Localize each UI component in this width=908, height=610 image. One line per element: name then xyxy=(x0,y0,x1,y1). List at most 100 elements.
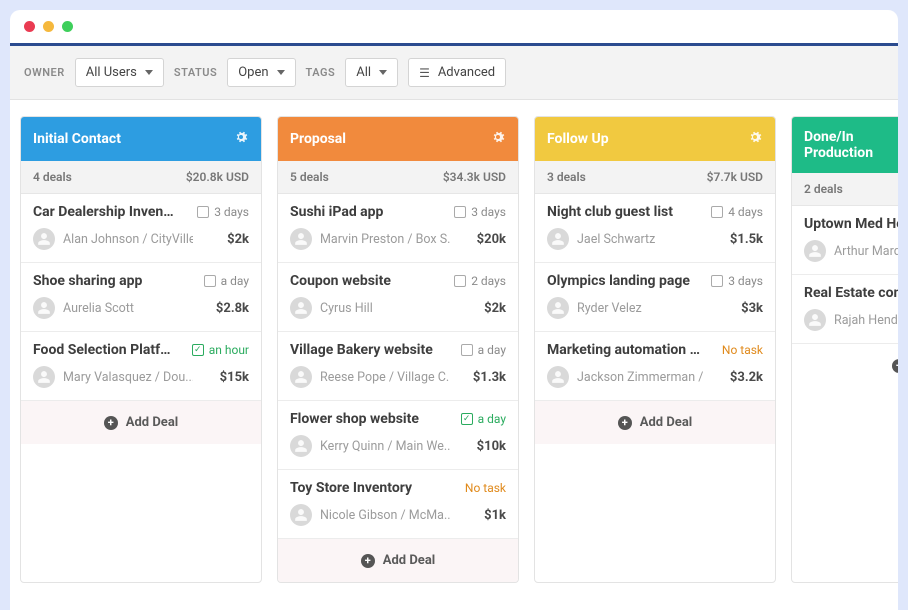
add-deal-label: Add Deal xyxy=(640,415,692,430)
app-content: OWNER All Users STATUS Open TAGS All ☰ A… xyxy=(10,46,898,599)
deal-owner-name: Mary Valasquez / Dou... xyxy=(63,370,193,385)
deal-owner: Ryder Velez xyxy=(547,297,642,319)
deal-card[interactable]: Flower shop website ✓ a day Kerry Quinn / M… xyxy=(278,401,518,470)
deal-card[interactable]: Real Estate compaRajah Hendricks xyxy=(792,275,898,344)
window-maximize-icon[interactable] xyxy=(62,21,73,32)
deal-card[interactable]: Food Selection Platform ✓an hour Mary Vala… xyxy=(21,332,261,401)
deal-title: Food Selection Platform xyxy=(33,342,178,358)
deal-task-status: 4 days xyxy=(711,205,763,219)
deal-value: $1.3k xyxy=(473,370,506,385)
deal-title: Olympics landing page xyxy=(547,273,690,289)
column-deal-count: 2 deals xyxy=(804,182,843,196)
avatar-icon xyxy=(33,366,55,388)
plus-circle-icon: + xyxy=(361,554,375,568)
checkbox-icon xyxy=(711,206,723,218)
status-filter-value: Open xyxy=(238,65,268,80)
column-deal-count: 5 deals xyxy=(290,170,329,184)
deal-task-label: an hour xyxy=(209,343,249,357)
deal-task-status: ✓an hour xyxy=(192,343,249,357)
deal-task-label: 3 days xyxy=(471,205,506,219)
deal-card[interactable]: Car Dealership Inventory3 daysAlan Johns… xyxy=(21,194,261,263)
filter-bar: OWNER All Users STATUS Open TAGS All ☰ A… xyxy=(10,46,898,100)
tags-filter-select[interactable]: All xyxy=(345,58,398,87)
deal-task-status: 2 days xyxy=(454,274,506,288)
deal-owner-name: Jael Schwartz xyxy=(577,232,655,247)
add-deal-label: Add Deal xyxy=(126,415,178,430)
deal-card[interactable]: Village Bakery websitea dayReese Pope / … xyxy=(278,332,518,401)
deal-value: $1k xyxy=(484,508,506,523)
deal-task-status: No task xyxy=(465,481,506,495)
checkbox-icon xyxy=(197,206,209,218)
owner-filter-value: All Users xyxy=(86,65,137,80)
column-summary: 5 deals$34.3k USD xyxy=(278,161,518,194)
deal-owner-name: Nicole Gibson / McMa... xyxy=(320,508,450,523)
column-summary: 3 deals$7.7k USD xyxy=(535,161,775,194)
column-header: Initial Contact xyxy=(21,117,261,161)
deal-task-label: a day xyxy=(221,274,249,288)
checkbox-icon xyxy=(204,275,216,287)
avatar-icon xyxy=(547,228,569,250)
pipeline-column: Done/In Production 2 deals Uptown Med Heal… xyxy=(791,116,898,583)
deal-card[interactable]: Night club guest list4 daysJael Schwartz… xyxy=(535,194,775,263)
gear-icon[interactable] xyxy=(233,129,249,149)
checkbox-icon: ✓ xyxy=(461,413,473,425)
pipeline-column: Follow Up3 deals$7.7k USDNight club gues… xyxy=(534,116,776,583)
column-title: Proposal xyxy=(290,131,346,147)
column-title: Done/In Production xyxy=(804,129,898,161)
deal-card[interactable]: Shoe sharing appa dayAurelia Scott$2.8k xyxy=(21,263,261,332)
deal-card[interactable]: Marketing automation demoNo taskJackson … xyxy=(535,332,775,401)
deal-task-label: 2 days xyxy=(471,274,506,288)
avatar-icon xyxy=(33,297,55,319)
gear-icon[interactable] xyxy=(747,129,763,149)
deal-owner-name: Marvin Preston / Box S... xyxy=(320,232,450,247)
checkbox-icon xyxy=(461,344,473,356)
deal-owner: Kerry Quinn / Main We... xyxy=(290,435,450,457)
deal-card[interactable]: Coupon website2 daysCyrus Hill$2k xyxy=(278,263,518,332)
column-header: Done/In Production xyxy=(792,117,898,173)
deal-title: Flower shop website xyxy=(290,411,419,427)
deal-card[interactable]: Olympics landing page3 daysRyder Velez$3… xyxy=(535,263,775,332)
window-close-icon[interactable] xyxy=(24,21,35,32)
status-filter-select[interactable]: Open xyxy=(227,58,295,87)
checkbox-icon xyxy=(454,275,466,287)
advanced-filter-button[interactable]: ☰ Advanced xyxy=(408,58,506,87)
add-deal-button[interactable]: +Add Deal xyxy=(278,539,518,582)
window-minimize-icon[interactable] xyxy=(43,21,54,32)
deal-value: $2.8k xyxy=(216,301,249,316)
owner-filter-select[interactable]: All Users xyxy=(75,58,164,87)
avatar-icon xyxy=(804,309,826,331)
deal-title: Real Estate compa xyxy=(804,285,898,301)
deal-task-label: a day xyxy=(478,412,506,426)
deal-owner-name: Aurelia Scott xyxy=(63,301,134,316)
app-window: OWNER All Users STATUS Open TAGS All ☰ A… xyxy=(10,10,898,610)
deal-value: $15k xyxy=(220,370,249,385)
deal-owner-name: Reese Pope / Village C... xyxy=(320,370,450,385)
deal-card[interactable]: Sushi iPad app3 daysMarvin Preston / Box… xyxy=(278,194,518,263)
add-deal-button[interactable]: +Ad xyxy=(792,344,898,387)
gear-icon[interactable] xyxy=(490,129,506,149)
chevron-down-icon xyxy=(277,70,285,75)
column-deal-count: 4 deals xyxy=(33,170,72,184)
column-header: Follow Up xyxy=(535,117,775,161)
deal-title: Uptown Med Heal xyxy=(804,216,898,232)
deal-value: $2k xyxy=(484,301,506,316)
add-deal-button[interactable]: +Add Deal xyxy=(535,401,775,444)
plus-circle-icon: + xyxy=(892,359,898,373)
pipeline-column: Initial Contact 4 deals $20.8k USD Car Deal… xyxy=(20,116,262,583)
owner-filter-label: OWNER xyxy=(24,66,65,79)
add-deal-button[interactable]: +Add Deal xyxy=(21,401,261,444)
deal-card[interactable]: Toy Store Inventory No task Nicole Gibson … xyxy=(278,470,518,539)
deal-title: Toy Store Inventory xyxy=(290,480,412,496)
deal-task-status: 3 days xyxy=(454,205,506,219)
status-filter-label: STATUS xyxy=(174,66,217,79)
deal-task-label: 4 days xyxy=(728,205,763,219)
deal-owner: Aurelia Scott xyxy=(33,297,134,319)
checkbox-icon xyxy=(711,275,723,287)
deal-card[interactable]: Uptown Med HealArthur Marquez xyxy=(792,206,898,275)
deal-title: Village Bakery website xyxy=(290,342,433,358)
deal-task-status: a day xyxy=(204,274,249,288)
deal-task-status: No task xyxy=(722,343,763,357)
avatar-icon xyxy=(804,240,826,262)
column-total-value: $20.8k USD xyxy=(186,170,249,184)
deal-owner: Reese Pope / Village C... xyxy=(290,366,450,388)
